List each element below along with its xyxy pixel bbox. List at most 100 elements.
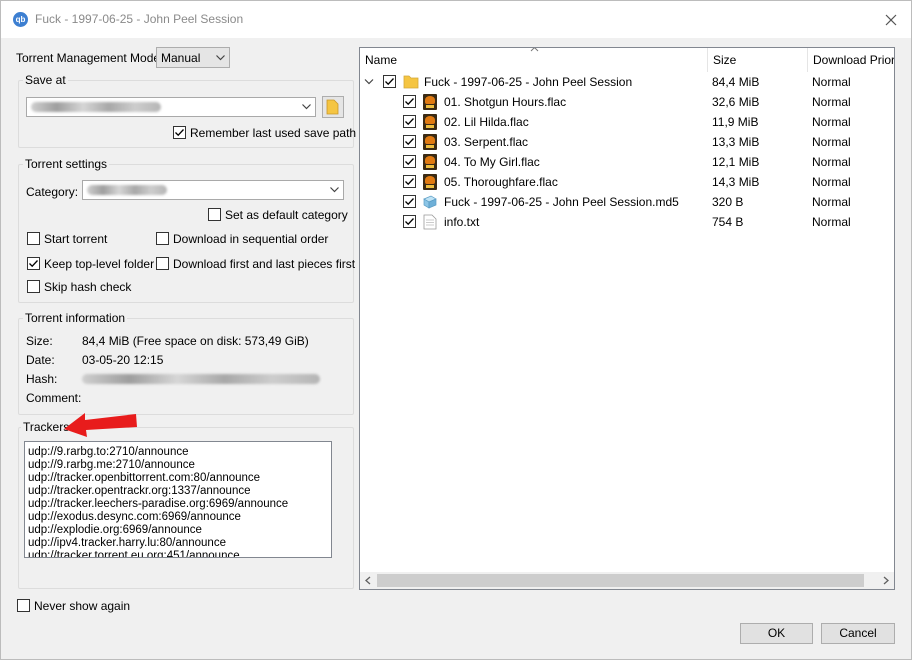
ok-button[interactable]: OK bbox=[740, 623, 813, 644]
add-torrent-dialog: qb Fuck - 1997-06-25 - John Peel Session… bbox=[0, 0, 912, 660]
file-size: 32,6 MiB bbox=[712, 95, 760, 109]
management-mode-label: Torrent Management Mode: bbox=[16, 51, 164, 65]
start-torrent-label: Start torrent bbox=[44, 232, 108, 246]
category-redacted bbox=[87, 185, 167, 195]
management-mode-select[interactable]: Manual bbox=[156, 47, 230, 68]
checkmark-icon bbox=[405, 178, 414, 186]
tree-row-file[interactable]: 04. To My Girl.flac 12,1 MiB Normal bbox=[360, 152, 894, 172]
checkmark-icon bbox=[405, 118, 414, 126]
date-value: 03-05-20 12:15 bbox=[82, 353, 164, 367]
file-checkbox[interactable] bbox=[403, 175, 416, 188]
flac-icon bbox=[423, 114, 437, 130]
tracker-line: udp://tracker.openbittorrent.com:80/anno… bbox=[28, 472, 261, 484]
torrent-settings-title: Torrent settings bbox=[23, 157, 110, 171]
file-name: Fuck - 1997-06-25 - John Peel Session bbox=[424, 75, 633, 89]
chevron-down-icon bbox=[302, 104, 311, 110]
skip-hash-label: Skip hash check bbox=[44, 280, 132, 294]
scroll-thumb[interactable] bbox=[377, 574, 864, 587]
trackers-textarea[interactable]: udp://9.rarbg.to:2710/announce udp://9.r… bbox=[24, 441, 332, 558]
flac-icon bbox=[423, 154, 437, 170]
file-checkbox[interactable] bbox=[403, 155, 416, 168]
folder-icon bbox=[326, 99, 339, 115]
tree-row-file[interactable]: info.txt 754 B Normal bbox=[360, 212, 894, 232]
file-size: 84,4 MiB bbox=[712, 75, 760, 89]
tree-row-file[interactable]: 02. Lil Hilda.flac 11,9 MiB Normal bbox=[360, 112, 894, 132]
sequential-checkbox[interactable] bbox=[156, 232, 169, 245]
file-size: 14,3 MiB bbox=[712, 175, 760, 189]
file-priority[interactable]: Normal bbox=[812, 115, 851, 129]
chevron-down-icon[interactable] bbox=[364, 78, 374, 86]
management-mode-value: Manual bbox=[161, 51, 201, 65]
tree-row-file[interactable]: 05. Thoroughfare.flac 14,3 MiB Normal bbox=[360, 172, 894, 192]
tree-row-file[interactable]: 01. Shotgun Hours.flac 32,6 MiB Normal bbox=[360, 92, 894, 112]
column-header-size[interactable]: Size bbox=[708, 48, 808, 72]
file-priority[interactable]: Normal bbox=[812, 195, 851, 209]
close-icon[interactable] bbox=[879, 8, 903, 32]
keep-folder-label: Keep top-level folder bbox=[44, 257, 155, 271]
skip-hash-checkbox[interactable] bbox=[27, 280, 40, 293]
file-priority[interactable]: Normal bbox=[812, 135, 851, 149]
file-priority[interactable]: Normal bbox=[812, 155, 851, 169]
chevron-down-icon bbox=[216, 54, 225, 60]
remember-path-checkbox[interactable] bbox=[173, 126, 186, 139]
scroll-left-icon[interactable] bbox=[362, 575, 374, 586]
never-show-label: Never show again bbox=[34, 599, 131, 613]
file-priority[interactable]: Normal bbox=[812, 95, 851, 109]
comment-label: Comment: bbox=[26, 391, 82, 405]
text-file-icon bbox=[423, 214, 437, 230]
sequential-label: Download in sequential order bbox=[173, 232, 329, 246]
checkmark-icon bbox=[29, 260, 38, 268]
checkmark-icon bbox=[175, 129, 184, 137]
default-category-checkbox[interactable] bbox=[208, 208, 221, 221]
file-checkbox[interactable] bbox=[403, 195, 416, 208]
cancel-button[interactable]: Cancel bbox=[821, 623, 895, 644]
file-checkbox[interactable] bbox=[403, 115, 416, 128]
start-torrent-checkbox[interactable] bbox=[27, 232, 40, 245]
checkmark-icon bbox=[385, 78, 394, 86]
folder-icon bbox=[403, 75, 419, 89]
file-priority[interactable]: Normal bbox=[812, 75, 851, 89]
checkmark-icon bbox=[405, 98, 414, 106]
keep-folder-checkbox[interactable] bbox=[27, 257, 40, 270]
md5-file-icon bbox=[423, 195, 437, 209]
checkmark-icon bbox=[405, 198, 414, 206]
flac-icon bbox=[423, 94, 437, 110]
root-folder-checkbox[interactable] bbox=[383, 75, 396, 88]
save-path-combo[interactable] bbox=[26, 97, 316, 117]
file-size: 13,3 MiB bbox=[712, 135, 760, 149]
never-show-checkbox[interactable] bbox=[17, 599, 30, 612]
file-tree[interactable]: Name Size Download Prior Fuck - 1997-06-… bbox=[359, 47, 895, 590]
size-value: 84,4 MiB (Free space on disk: 573,49 GiB… bbox=[82, 334, 309, 348]
first-last-checkbox[interactable] bbox=[156, 257, 169, 270]
tree-row-file[interactable]: Fuck - 1997-06-25 - John Peel Session.md… bbox=[360, 192, 894, 212]
save-path-redacted bbox=[31, 102, 161, 112]
tree-row-root-folder[interactable]: Fuck - 1997-06-25 - John Peel Session 84… bbox=[360, 72, 894, 92]
tracker-line: udp://ipv4.tracker.harry.lu:80/announce bbox=[28, 537, 226, 549]
size-label: Size: bbox=[26, 334, 53, 348]
checkmark-icon bbox=[405, 158, 414, 166]
category-combo[interactable] bbox=[82, 180, 344, 200]
tracker-line: udp://tracker.opentrackr.org:1337/announ… bbox=[28, 485, 251, 497]
file-name: info.txt bbox=[444, 215, 480, 229]
title-bar: qb Fuck - 1997-06-25 - John Peel Session bbox=[1, 1, 911, 38]
file-priority[interactable]: Normal bbox=[812, 215, 851, 229]
browse-folder-button[interactable] bbox=[322, 96, 344, 118]
tracker-line: udp://9.rarbg.me:2710/announce bbox=[28, 459, 195, 471]
file-name: 01. Shotgun Hours.flac bbox=[444, 95, 567, 109]
file-checkbox[interactable] bbox=[403, 135, 416, 148]
tracker-line: udp://exodus.desync.com:6969/announce bbox=[28, 511, 241, 523]
torrent-info-title: Torrent information bbox=[23, 311, 128, 325]
file-checkbox[interactable] bbox=[403, 215, 416, 228]
file-tree-hscrollbar[interactable] bbox=[360, 572, 894, 589]
hash-redacted bbox=[82, 374, 320, 384]
hash-label: Hash: bbox=[26, 372, 58, 386]
tracker-line: udp://tracker.leechers-paradise.org:6969… bbox=[28, 498, 289, 510]
file-checkbox[interactable] bbox=[403, 95, 416, 108]
qbittorrent-app-icon: qb bbox=[13, 12, 28, 27]
scroll-right-icon[interactable] bbox=[880, 575, 892, 586]
category-label: Category: bbox=[26, 185, 79, 199]
tree-row-file[interactable]: 03. Serpent.flac 13,3 MiB Normal bbox=[360, 132, 894, 152]
column-header-priority[interactable]: Download Prior bbox=[808, 48, 894, 72]
red-arrow-annotation bbox=[61, 405, 141, 439]
file-priority[interactable]: Normal bbox=[812, 175, 851, 189]
